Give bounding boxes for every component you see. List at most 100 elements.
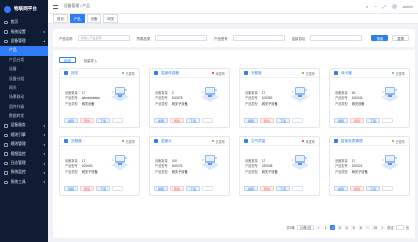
sidebar-item[interactable]: 视频监控 ▾ (0, 149, 48, 158)
search-icon[interactable]: ⌕ (366, 5, 368, 9)
download-button[interactable]: 下载 (186, 118, 201, 123)
tab[interactable]: 首页 (53, 14, 68, 23)
product-name[interactable]: 读卡器 (341, 71, 352, 76)
bell-icon[interactable]: ◔ (374, 5, 376, 9)
more-button[interactable]: ··· (292, 186, 304, 191)
download-button[interactable]: 下载 (186, 186, 201, 191)
edit-button[interactable]: 编辑 (334, 118, 349, 123)
sidebar-item[interactable]: 设备分组 (0, 74, 48, 83)
product-name[interactable]: 空气质量 (251, 139, 265, 144)
download-button[interactable]: 下载 (276, 118, 291, 123)
sidebar-item[interactable]: 日志管理 ▾ (0, 159, 48, 168)
product-name[interactable]: 光照度 (71, 139, 82, 144)
delete-button[interactable]: 删除 (170, 186, 185, 191)
filter-input[interactable] (310, 35, 363, 41)
reset-button[interactable]: 重置 (392, 35, 409, 41)
sidebar-item[interactable]: 系统监控 ▾ (0, 168, 48, 177)
more-button[interactable]: ··· (382, 118, 394, 123)
delete-button[interactable]: 删除 (170, 118, 185, 123)
sidebar-item[interactable]: 数据转发 (0, 112, 48, 121)
search-button[interactable]: 搜索 (371, 35, 389, 41)
sidebar-item[interactable]: 规则管理 ▾ (0, 140, 48, 149)
next-page-button[interactable]: › (380, 225, 386, 230)
product-name[interactable]: 网关 (71, 71, 78, 76)
product-card[interactable]: 空气质量 未发布 设备数量 17 产品型号 220048 产品类型 网关子设备 编辑 删除 下载 ··… (239, 136, 320, 196)
tab[interactable]: 设备 (86, 14, 102, 23)
download-button[interactable]: 下载 (276, 186, 291, 191)
filter-input[interactable]: 请输入产品名称 (77, 35, 130, 41)
page-number[interactable]: 6 (358, 225, 364, 230)
more-button[interactable]: ··· (202, 118, 214, 123)
menu-toggle-icon[interactable] (53, 4, 58, 9)
download-button[interactable]: 下载 (96, 118, 111, 123)
edit-button[interactable]: 编辑 (334, 186, 349, 191)
delete-button[interactable]: 删除 (80, 118, 95, 123)
product-card[interactable]: 智能电表管理 已发布 设备数量 17 产品型号 100021 产品类型 网关子设备 编辑 删除 下载… (329, 136, 410, 196)
page-number[interactable]: 3 (337, 225, 343, 230)
delete-button[interactable]: 删除 (260, 186, 275, 191)
product-card[interactable]: 温度传感器 未发布 设备数量 3 产品型号 100678 产品类型 网关子设备 编辑 删除 下载 ··… (149, 68, 230, 128)
delete-button[interactable]: 删除 (80, 186, 95, 191)
app-logo[interactable]: 物联网平台 (0, 0, 48, 18)
edit-button[interactable]: 编辑 (154, 186, 169, 191)
import-button[interactable]: 批量导入 (80, 57, 102, 63)
product-name[interactable]: 湿度计 (161, 139, 172, 144)
page-number[interactable]: 10 (372, 225, 379, 230)
download-button[interactable]: 下载 (366, 118, 381, 123)
download-button[interactable]: 下载 (366, 186, 381, 191)
avatar[interactable] (391, 4, 397, 9)
sidebar-item[interactable]: 固件升级 (0, 103, 48, 112)
sidebar-item[interactable]: 系统设置 ▾ (0, 27, 48, 36)
edit-button[interactable]: 编辑 (244, 118, 259, 123)
sidebar-item[interactable]: 系统工具 ▾ (0, 178, 48, 187)
product-card[interactable]: 网关 已发布 设备数量 17 产品型号 administrator 产品类型 网关设备 编辑 删除… (59, 68, 140, 128)
download-button[interactable]: 下载 (96, 186, 111, 191)
product-name[interactable]: 温度传感器 (161, 71, 179, 76)
product-card[interactable]: 湿度计 已发布 设备数量 100 产品型号 100076 产品类型 网关子设备 编辑 删除 下载 ··… (149, 136, 230, 196)
more-button[interactable]: ··· (112, 186, 124, 191)
edit-button[interactable]: 编辑 (64, 186, 79, 191)
product-name[interactable]: 智能电表管理 (341, 139, 363, 144)
page-number[interactable]: 2 (330, 225, 336, 230)
tab[interactable]: 网关 (103, 14, 119, 23)
prev-page-button[interactable]: ‹ (316, 225, 322, 230)
device-illustration-icon (109, 84, 131, 104)
page-number[interactable]: 4 (344, 225, 350, 230)
product-card[interactable]: 光照度 已发布 设备数量 17 产品型号 100003 产品类型 网关子设备 编辑 删除 下载 ··· (59, 136, 140, 196)
product-name[interactable]: 光照度 (251, 71, 262, 76)
more-button[interactable]: ··· (382, 186, 394, 191)
more-button[interactable]: ··· (202, 186, 214, 191)
username[interactable]: admin (403, 5, 413, 9)
sidebar-item[interactable]: 规则引擎 ▾ (0, 131, 48, 140)
edit-button[interactable]: 编辑 (64, 118, 79, 123)
delete-button[interactable]: 删除 (350, 118, 365, 123)
sidebar-item[interactable]: 网关 (0, 84, 48, 93)
page-number[interactable]: ··· (365, 225, 371, 230)
tab[interactable]: 产品 (69, 14, 85, 23)
sidebar-item[interactable]: 设备 (0, 65, 48, 74)
page-number[interactable]: 1 (323, 225, 329, 230)
product-card[interactable]: 读卡器 已发布 设备数量 26 产品型号 100043 产品类型 网关设备 编辑 删除 下载 ··· (329, 68, 410, 128)
goto-page-input[interactable] (395, 225, 404, 230)
sidebar-item[interactable]: 设备管理 ▴ (0, 37, 48, 46)
filter-input[interactable] (232, 35, 285, 41)
product-card[interactable]: 光照度 已发布 设备数量 17 产品型号 100082 产品类型 网关子设备 编辑 删除 下载 ··· (239, 68, 320, 128)
delete-button[interactable]: 删除 (260, 118, 275, 123)
more-button[interactable]: ··· (292, 118, 304, 123)
sidebar-item[interactable]: 首页 (0, 18, 48, 27)
page-number[interactable]: 5 (351, 225, 357, 230)
sidebar-item[interactable]: 设备服务 ▾ (0, 121, 48, 130)
page-size-select[interactable]: 10条/页 (296, 225, 315, 230)
fullscreen-icon[interactable]: ⤢ (383, 5, 386, 9)
sidebar-item[interactable]: 产品分类 (0, 56, 48, 65)
delete-button[interactable]: 删除 (350, 186, 365, 191)
add-button[interactable]: 新增 (59, 57, 76, 63)
sidebar-item-label: 设备分组 (9, 76, 25, 81)
total-count: 共8条 (286, 226, 295, 230)
sidebar-item[interactable]: 产品 (0, 46, 48, 56)
filter-input[interactable] (155, 35, 208, 41)
edit-button[interactable]: 编辑 (154, 118, 169, 123)
sidebar-item[interactable]: 场景联动 (0, 93, 48, 102)
edit-button[interactable]: 编辑 (244, 186, 259, 191)
more-button[interactable]: ··· (112, 118, 124, 123)
